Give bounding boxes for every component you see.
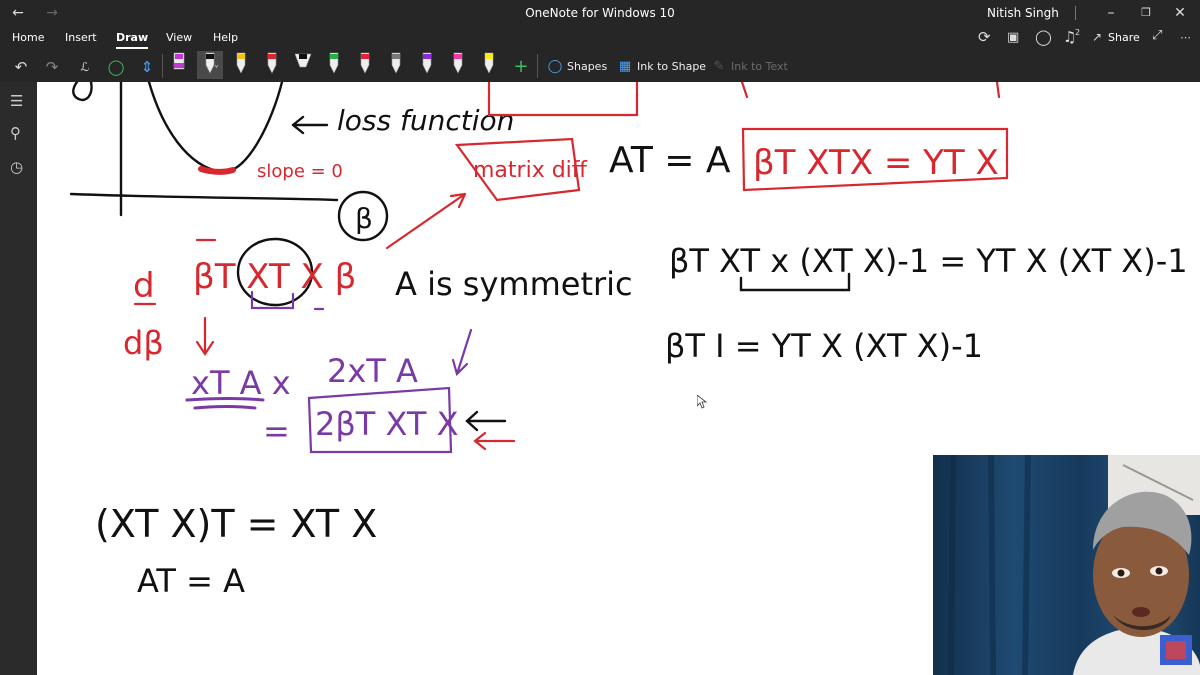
close-icon[interactable]: ✕: [1166, 2, 1194, 24]
arrow-left-stroke: [291, 115, 329, 135]
sync-icon[interactable]: ⟳: [978, 28, 991, 46]
pen-7-icon[interactable]: [356, 51, 374, 79]
ink-to-text-button: Ink to Text: [731, 60, 788, 73]
tab-insert[interactable]: Insert: [65, 31, 97, 44]
tab-draw[interactable]: Draw: [116, 31, 149, 49]
undo-icon[interactable]: ↶: [8, 54, 34, 80]
red-arrow-stroke: [385, 192, 467, 250]
equation-line-1: βT XT x (XT X)-1 = YT X (XT X)-1: [669, 242, 1188, 280]
derivative-denominator: dβ: [123, 324, 164, 362]
pen-9-icon[interactable]: [418, 51, 436, 79]
derivative-numerator: d: [133, 266, 155, 306]
a-symmetric-label: A is symmetric: [395, 265, 633, 303]
lasso-select-icon[interactable]: ◯: [103, 54, 129, 80]
share-icon[interactable]: ↗: [1092, 30, 1102, 44]
shapes-button[interactable]: Shapes: [567, 60, 607, 73]
ink-to-text-icon: ✎: [713, 59, 725, 74]
restore-icon[interactable]: ❐: [1132, 2, 1160, 24]
pen-6-icon[interactable]: [325, 51, 343, 79]
draw-toolbar: ↶ ↷ ℒ ◯ ⇕ ˅ + ◯ Shapes ▦ Ink to Shape ✎ …: [0, 50, 1200, 82]
redo-icon[interactable]: ↷: [39, 54, 65, 80]
share-button[interactable]: Share: [1108, 31, 1140, 44]
x-axis-stroke: [69, 192, 339, 202]
arrow-left-red-stroke: [473, 431, 516, 451]
boxed-equation-text: βT XTX = YT X: [753, 143, 999, 183]
purple-text: xT A x 2xT A = 2βT XT X: [191, 352, 459, 450]
pen-3-icon[interactable]: [232, 51, 250, 79]
user-name[interactable]: Nitish Singh: [987, 6, 1059, 20]
ribbon-tabs: Home Insert Draw View Help ⟳ ▣ ◯ ♫ 2 ↗ S…: [0, 28, 1200, 50]
ink-to-shape-button[interactable]: Ink to Shape: [637, 60, 706, 73]
title-bar: ← → OneNote for Windows 10 Nitish Singh …: [0, 0, 1200, 28]
beta-axis-label: β: [355, 202, 373, 235]
equation-line-2: βT I = YT X (XT X)-1: [665, 327, 983, 365]
webcam-overlay: [933, 455, 1200, 675]
at-eq-a-bottom: AT = A: [137, 562, 245, 600]
notebooks-icon[interactable]: ☰: [10, 92, 28, 110]
transpose-equation: (XT X)T = XT X: [95, 502, 377, 546]
type-select-icon[interactable]: ℒ: [72, 54, 98, 80]
parabola-stroke: [147, 82, 284, 174]
minimize-icon[interactable]: –: [1097, 2, 1125, 24]
bt-xtx-beta-label: βT XT X β: [193, 257, 356, 297]
search-icon[interactable]: ⚲: [10, 124, 28, 142]
more-icon[interactable]: ⋯: [1180, 31, 1191, 44]
divider: [1075, 6, 1076, 20]
down-arrow-stroke: [195, 316, 215, 356]
pan-icon[interactable]: ⇕: [134, 54, 160, 80]
pen-2-icon[interactable]: ˅: [197, 51, 223, 79]
divider: [537, 54, 538, 78]
top-partial-strokes: [740, 82, 1001, 99]
tab-view[interactable]: View: [166, 31, 192, 44]
purple-arrow-stroke: [451, 328, 473, 377]
equals-sign: =: [263, 412, 290, 450]
recent-icon[interactable]: ◷: [10, 158, 28, 176]
pen-10-icon[interactable]: [449, 51, 467, 79]
shapes-icon[interactable]: ◯: [542, 54, 568, 80]
notebook-icon[interactable]: ▣: [1007, 30, 1019, 45]
two-xta-label: 2xT A: [327, 352, 418, 390]
slope-label: slope = 0: [257, 161, 343, 182]
pen-4-icon[interactable]: [263, 51, 281, 79]
at-eq-a-label: AT = A: [609, 140, 731, 181]
pen-5-icon[interactable]: [294, 51, 312, 79]
matrix-diff-label: matrix diff: [473, 158, 588, 183]
partial-letter-stroke: [72, 82, 93, 102]
mouse-cursor: [697, 395, 707, 409]
pen-11-icon[interactable]: [480, 51, 498, 79]
presenter-video: [933, 455, 1200, 675]
chevron-down-icon[interactable]: ˅: [214, 65, 219, 76]
pen-1-icon[interactable]: [170, 51, 188, 79]
two-bt-xtx-label: 2βT XT X: [315, 405, 459, 443]
lightbulb-icon[interactable]: ◯: [1035, 28, 1052, 46]
notification-count: 2: [1075, 28, 1081, 37]
divider: [162, 54, 163, 78]
tab-home[interactable]: Home: [12, 31, 44, 44]
loss-function-label: loss function: [337, 104, 514, 137]
add-pen-icon[interactable]: +: [508, 54, 534, 80]
tab-help[interactable]: Help: [213, 31, 238, 44]
fullscreen-icon[interactable]: ⤢: [1152, 28, 1162, 43]
minimum-mark: [198, 166, 236, 175]
arrow-left-black-stroke: [465, 410, 507, 432]
ink-to-shape-icon[interactable]: ▦: [612, 54, 638, 80]
xtax-label: xT A x: [191, 364, 291, 402]
navigation-sidebar: ☰ ⚲ ◷: [0, 82, 37, 675]
pen-8-icon[interactable]: [387, 51, 405, 79]
